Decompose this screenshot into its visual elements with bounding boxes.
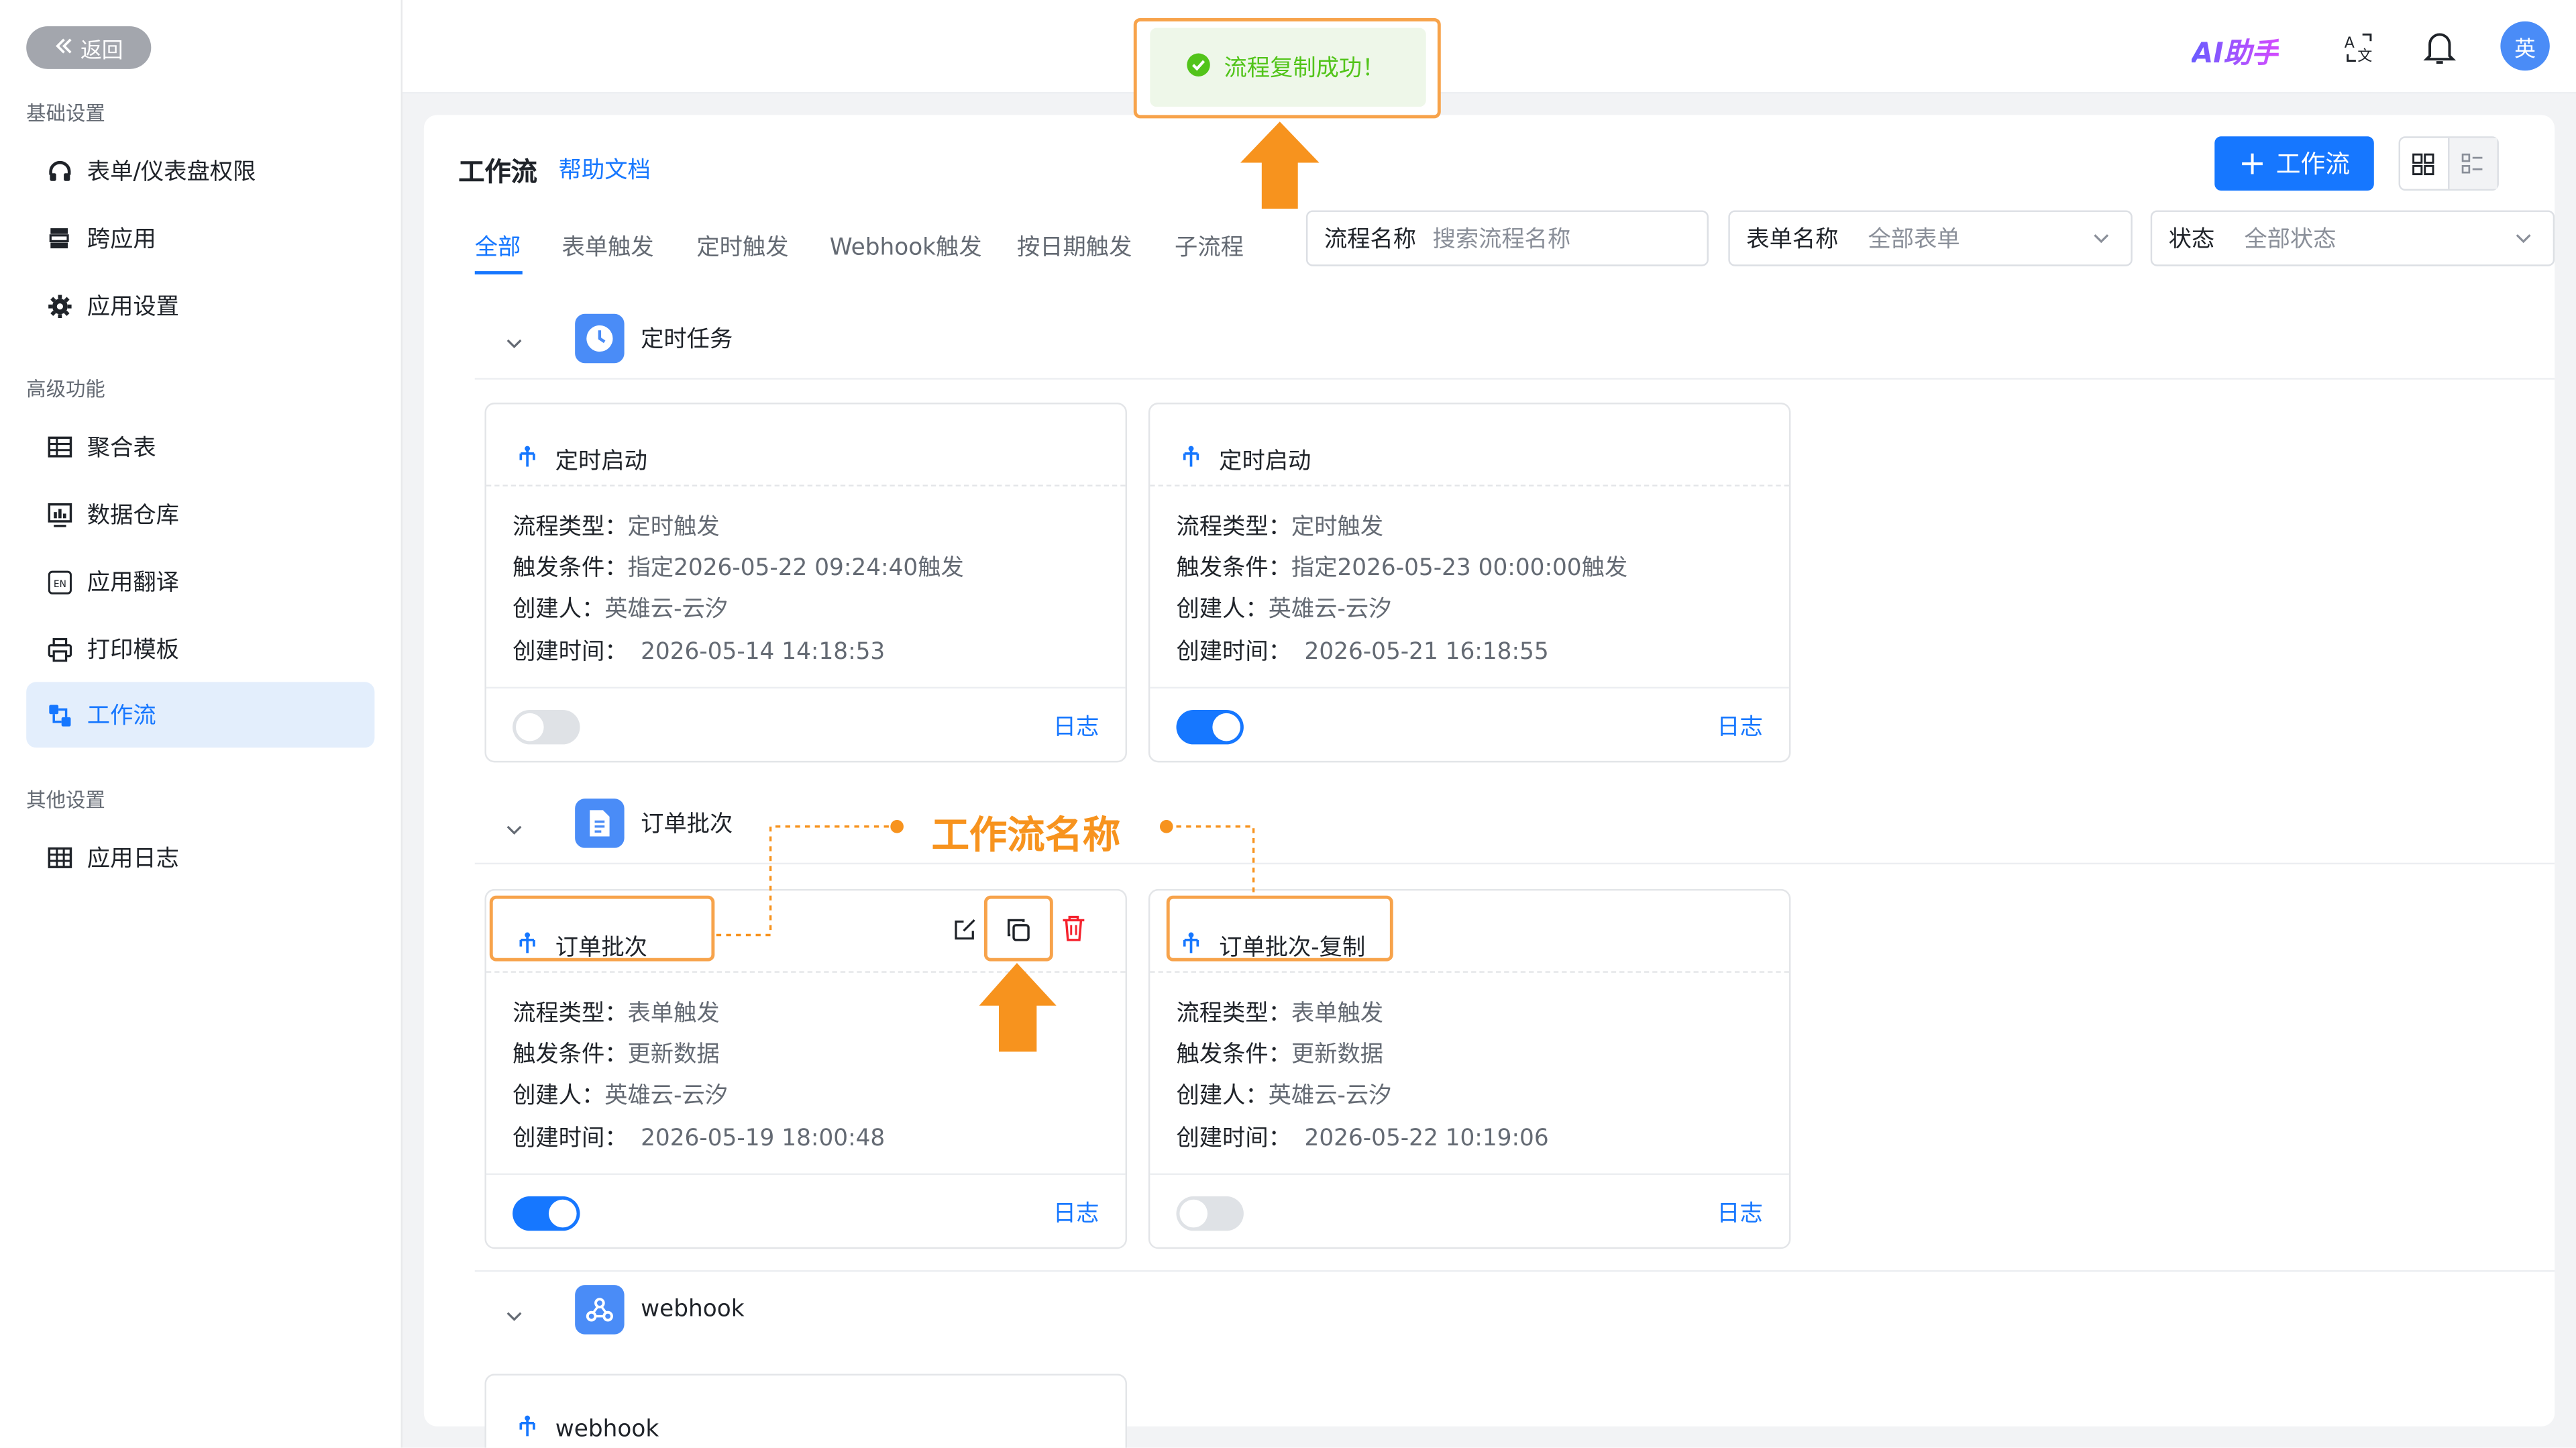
- leader-line-left: [716, 825, 896, 937]
- leader-dot-right: [1159, 820, 1173, 833]
- leader-dot-left: [890, 820, 904, 833]
- success-toast: 流程复制成功！: [1150, 28, 1426, 107]
- annotation-label: 工作流名称: [931, 813, 1121, 858]
- toast-message: 流程复制成功！: [1224, 56, 1385, 83]
- annotation-overlay: [716, 121, 1320, 1052]
- arrow-up-toast: [1240, 121, 1320, 209]
- arrow-up-copy: [979, 963, 1057, 1052]
- success-check-icon: [1186, 52, 1211, 83]
- leader-line-right: [1166, 825, 1255, 896]
